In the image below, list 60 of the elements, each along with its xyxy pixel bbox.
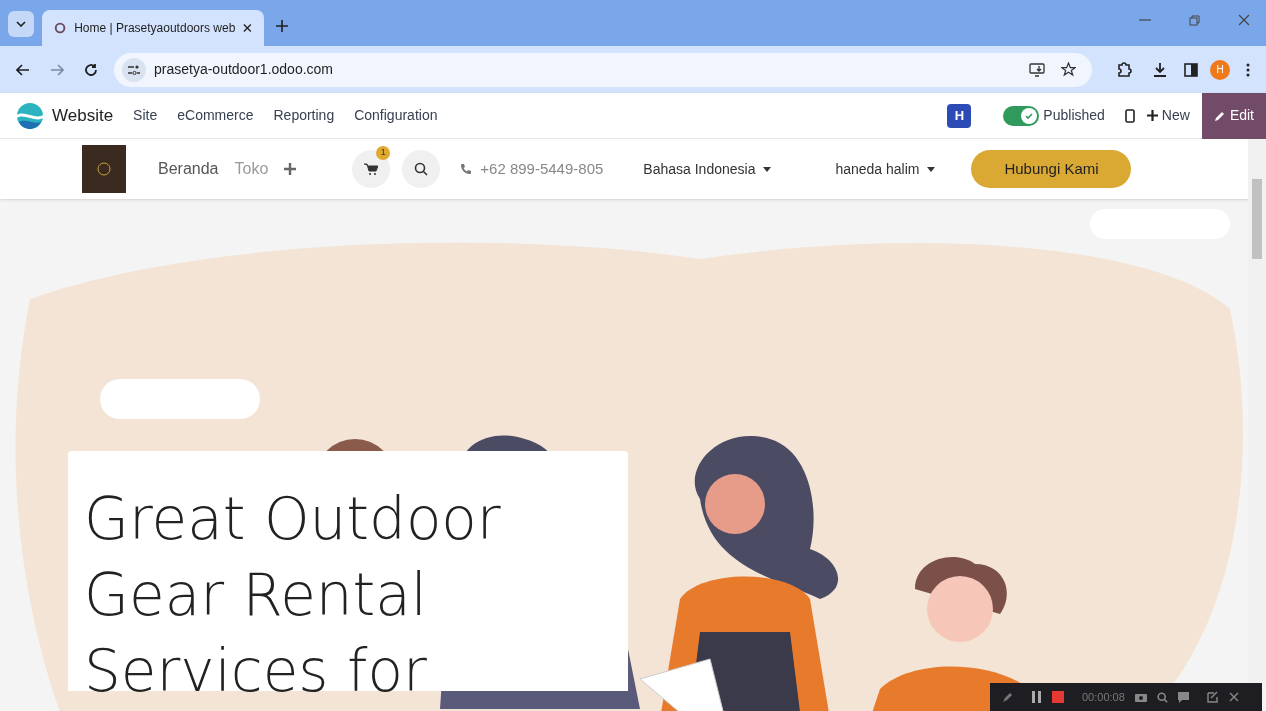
- app-logo-icon[interactable]: [16, 101, 44, 130]
- search-button[interactable]: [402, 150, 441, 188]
- caret-icon: [927, 166, 936, 172]
- menu-item[interactable]: Configuration: [354, 105, 438, 126]
- pause-icon[interactable]: [1032, 691, 1042, 703]
- plus-icon: [1146, 110, 1158, 121]
- hero-heading: Great Outdoor Gear Rental Services for: [84, 484, 502, 707]
- user-badge[interactable]: H: [947, 103, 972, 128]
- new-tab-icon[interactable]: [276, 20, 288, 32]
- cart-count-badge: 1: [376, 146, 391, 160]
- chevron-down-icon: [16, 21, 26, 27]
- tab-title: Home | Prasetyaoutdoors web: [74, 20, 236, 37]
- phone-icon: [460, 163, 473, 175]
- tab-search-button[interactable]: [8, 11, 34, 37]
- tune-icon: [128, 64, 140, 75]
- reload-icon[interactable]: [84, 62, 98, 77]
- caret-icon: [763, 166, 772, 172]
- published-label: Published: [1043, 106, 1105, 125]
- close-window-icon[interactable]: [1238, 14, 1250, 26]
- site-favicon-icon: [54, 21, 67, 35]
- checkbox-pen-icon[interactable]: [1206, 691, 1219, 703]
- restore-icon[interactable]: [1189, 14, 1200, 26]
- emblem-icon: [96, 161, 112, 177]
- search-icon[interactable]: [1156, 691, 1168, 703]
- url-text: prasetya-outdoor1.odoo.com: [154, 60, 334, 79]
- star-icon[interactable]: [1061, 62, 1076, 77]
- address-bar[interactable]: prasetya-outdoor1.odoo.com: [114, 52, 1092, 87]
- camera-icon[interactable]: [1134, 692, 1147, 702]
- check-icon: [1024, 110, 1035, 121]
- menu-item[interactable]: Reporting: [273, 105, 335, 126]
- published-toggle[interactable]: [1003, 105, 1040, 126]
- puzzle-icon[interactable]: [1116, 61, 1132, 78]
- nav-link[interactable]: Beranda: [158, 157, 219, 181]
- side-panel-icon[interactable]: [1184, 62, 1198, 77]
- search-icon: [414, 162, 429, 176]
- site-info-button[interactable]: [122, 57, 146, 82]
- plus-icon[interactable]: [284, 163, 297, 175]
- install-app-icon[interactable]: [1029, 62, 1045, 77]
- edit-button[interactable]: Edit: [1201, 92, 1266, 139]
- close-icon[interactable]: [243, 23, 252, 33]
- contact-button[interactable]: Hubungi Kami: [971, 150, 1132, 188]
- forward-arrow-icon[interactable]: [50, 63, 64, 76]
- back-arrow-icon[interactable]: [16, 63, 30, 76]
- browser-tab[interactable]: Home | Prasetyaoutdoors web: [42, 10, 264, 46]
- comment-icon[interactable]: [1177, 691, 1189, 703]
- pencil-icon: [1213, 109, 1226, 122]
- recording-time: 00:00:08: [1082, 689, 1125, 705]
- phone-link[interactable]: +62 899-5449-805: [480, 157, 604, 181]
- new-button[interactable]: New: [1146, 105, 1190, 126]
- language-dropdown[interactable]: Bahasa Indonesia: [643, 158, 772, 180]
- menu-item[interactable]: Site: [133, 105, 158, 126]
- close-icon[interactable]: [1228, 692, 1239, 702]
- app-name[interactable]: Website: [52, 102, 114, 129]
- download-icon[interactable]: [1152, 61, 1168, 78]
- mobile-preview-icon[interactable]: [1124, 108, 1135, 123]
- menu-item[interactable]: eCommerce: [177, 105, 254, 126]
- more-menu-icon[interactable]: [1246, 62, 1250, 77]
- cart-icon: [364, 163, 379, 175]
- pen-icon[interactable]: [1002, 691, 1014, 703]
- user-dropdown[interactable]: haneda halim: [835, 158, 936, 180]
